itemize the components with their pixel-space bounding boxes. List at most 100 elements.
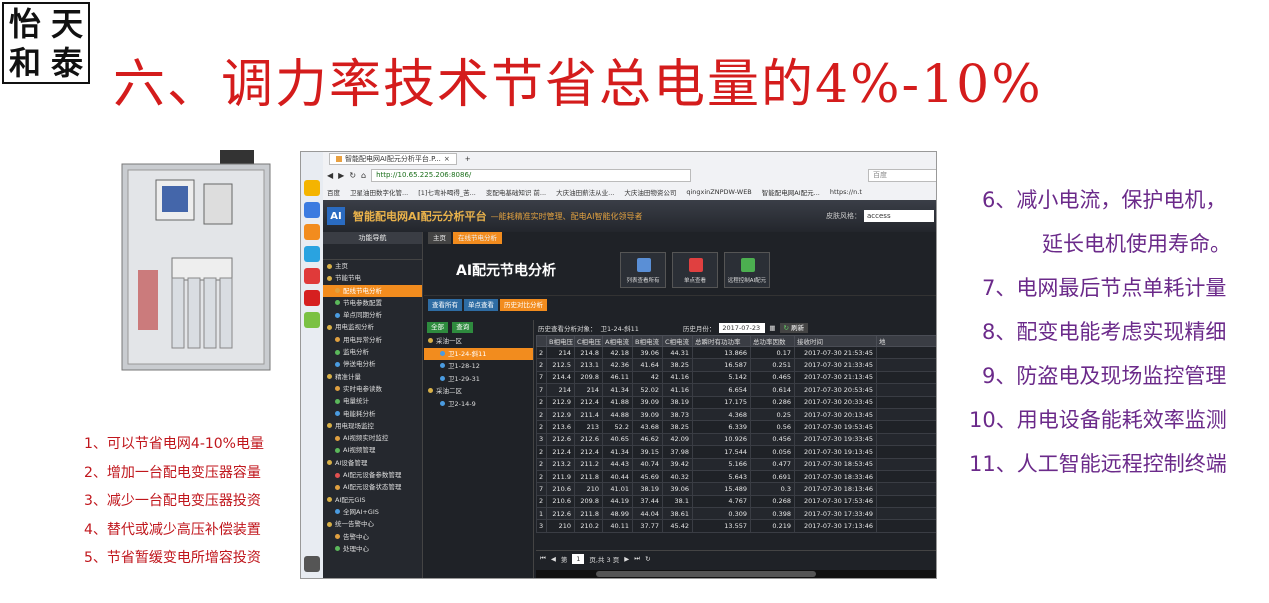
table-row[interactable]: 2 213.2 211.2 44.43 40.74 39.42 5.166 0.477 2017… [536,457,936,471]
nav-item[interactable]: AI配元设备参数管理 [323,469,422,481]
nav-item[interactable]: 单点同期分析 [323,309,422,321]
weibo2-icon[interactable] [304,290,320,306]
nav-item[interactable]: 用电异常分析 [323,334,422,346]
single-view-button[interactable]: 单点查看 [672,252,718,288]
nav-item[interactable]: 电能耗分析 [323,408,422,420]
nav-item[interactable]: AI视频实时监控 [323,432,422,444]
table-row[interactable]: 1 212.6 211.8 48.99 44.04 38.61 0.309 0.398 2017… [536,507,936,521]
url-input[interactable]: http://10.65.225.206:8086/ [371,168,692,182]
table-row[interactable]: 7 210.6 210 41.01 38.19 39.06 15.489 0.3 2017-07… [536,482,936,496]
column-header[interactable]: 总瞬时有功功率 [692,335,751,347]
table-row[interactable]: 2 212.9 211.4 44.88 39.09 38.73 4.368 0.25 2017-… [536,407,936,422]
nav-item[interactable]: 配线节电分析 [323,284,422,297]
table-row[interactable]: 3 212.6 212.6 40.65 46.62 42.09 10.926 0.456 201… [536,432,936,447]
query-button[interactable]: 查询 [452,322,474,333]
game-icon[interactable] [304,246,320,262]
browser-tab[interactable]: 智能配电网AI配元分析平台.P... × [329,153,457,165]
tree-node[interactable]: 卫1-29-31 [424,373,533,386]
nav-item[interactable]: AI视频管理 [323,444,422,456]
tree-node[interactable]: 卫2-14-9 [424,398,533,411]
nav-item[interactable]: AI设备管理 [323,457,422,469]
new-tab-icon[interactable]: + [465,155,471,163]
tab-home[interactable]: 主页 [428,232,451,244]
forward-icon[interactable]: ▶ [338,171,344,180]
close-icon[interactable]: × [444,155,450,163]
nav-item[interactable]: AI配元设备状态管理 [323,481,422,493]
table-row[interactable]: 2 214 214.8 42.18 39.06 44.31 13.866 0.17 2017-0… [536,345,936,360]
nav-item[interactable]: 监电分析 [323,346,422,358]
column-header[interactable]: 总功率因数 [750,335,795,347]
table-row[interactable]: 3 210 210.2 40.11 37.77 45.42 13.557 0.219 2017-… [536,519,936,533]
nav-item[interactable]: 处理中心 [323,543,422,555]
bookmark[interactable]: 变配电基础知识 前... [486,187,546,197]
month-input[interactable]: 2017-07-23 [719,322,766,333]
all-button[interactable]: 全部 [427,322,448,333]
bookmark[interactable]: https://n.t [830,188,862,196]
tree-node[interactable]: 采油二区 [424,385,533,398]
home-icon[interactable]: ⌂ [361,171,366,180]
column-header[interactable]: C相电压 [574,335,603,347]
table-row[interactable]: 2 210.6 209.8 44.19 37.44 38.1 4.767 0.268 2017-… [536,494,936,509]
column-header[interactable] [536,335,547,347]
nav-item[interactable]: 节能节电 [323,272,422,284]
nav-item[interactable]: AI配元GIS [323,494,422,506]
skin-select[interactable]: access [864,210,934,222]
nav-item[interactable]: 节电参数配置 [323,297,422,309]
column-header[interactable]: B相电压 [546,335,575,347]
nav-item[interactable]: 用电监视分析 [323,321,422,333]
list-all-button[interactable]: 列表查看所有 [620,252,666,288]
column-header[interactable]: 地 [876,335,936,347]
tree-node[interactable]: 采油一区 [424,335,533,348]
column-header[interactable]: B相电流 [632,335,663,347]
tree-node[interactable]: 卫1-24-斜11 [424,347,533,360]
bookmark[interactable]: 大庆油田物资公司 [624,187,676,197]
table-row[interactable]: 2 212.5 213.1 42.36 41.64 38.25 16.587 0.251 201… [536,358,936,372]
table-row[interactable]: 2 213.6 213 52.2 43.68 38.25 6.339 0.56 2017-07-… [536,420,936,434]
next-page-icon[interactable]: ▶ [624,555,629,563]
tab-single-view[interactable]: 单点查看 [464,299,498,311]
horizontal-scrollbar[interactable] [536,570,936,578]
table-row[interactable]: 2 212.4 212.4 41.34 39.15 37.98 17.544 0.056 201… [536,445,936,459]
table-row[interactable]: 7 214 214 41.34 52.02 41.16 6.654 0.614 2017-07-… [536,383,936,397]
reload-icon[interactable]: ↻ [645,555,650,563]
remote-control-button[interactable]: 远程控制AI配元 [724,252,770,288]
bookmark[interactable]: 智能配电网AI配元... [762,187,820,197]
column-header[interactable]: 接收时间 [794,335,877,347]
bookmark[interactable]: 百度 [327,187,340,197]
tab-online-analysis[interactable]: 在线节电分析 [453,232,502,244]
nav-item[interactable]: 主页 [323,260,422,272]
table-row[interactable]: 2 211.9 211.8 40.44 45.69 40.32 5.643 0.691 2017… [536,469,936,484]
bookmark[interactable]: 大庆油田薪法从业... [556,187,614,197]
table-row[interactable]: 2 212.9 212.4 41.88 39.09 38.19 17.175 0.286 201… [536,395,936,409]
column-header[interactable]: A相电流 [602,335,633,347]
refresh-button[interactable]: ↻ 刷新 [779,322,809,333]
smile-icon[interactable] [304,312,320,328]
page-input[interactable]: 1 [572,553,585,564]
refresh-icon[interactable]: ↻ [349,171,356,180]
nav-item[interactable]: 全网AI+GIS [323,506,422,518]
calendar-icon[interactable]: ▦ [769,324,775,332]
column-header[interactable]: C相电流 [662,335,693,347]
table-row[interactable]: 7 214.4 209.8 46.11 42 41.16 5.142 0.465 2017-07… [536,370,936,385]
tab-history-compare[interactable]: 历史对比分析 [500,299,547,311]
nav-item[interactable]: 电量统计 [323,395,422,407]
rss-icon[interactable] [304,224,320,240]
bookmark[interactable]: [1]七弯补喝得_苦... [418,187,476,197]
bookmark[interactable]: 卫星油田数字化管... [350,187,408,197]
star-icon[interactable] [304,180,320,196]
nav-item[interactable]: 实时电参读数 [323,383,422,395]
weibo-icon[interactable] [304,268,320,284]
download-icon[interactable] [304,202,320,218]
nav-item[interactable]: 统一告警中心 [323,518,422,530]
prev-page-icon[interactable]: ◀ [551,555,556,563]
nav-item[interactable]: 精准计量 [323,371,422,383]
last-page-icon[interactable]: ⏭ [634,554,640,563]
nav-item[interactable]: 停送电分析 [323,358,422,370]
scroll-thumb[interactable] [596,571,816,577]
tree-node[interactable]: 卫1-28-12 [424,360,533,373]
nav-item[interactable]: 告警中心 [323,531,422,543]
bookmark[interactable]: qingxinZNPDW-WEB [686,188,751,196]
first-page-icon[interactable]: ⏮ [540,554,546,563]
add-icon[interactable] [304,556,320,572]
tab-view-all[interactable]: 查看所有 [428,299,462,311]
